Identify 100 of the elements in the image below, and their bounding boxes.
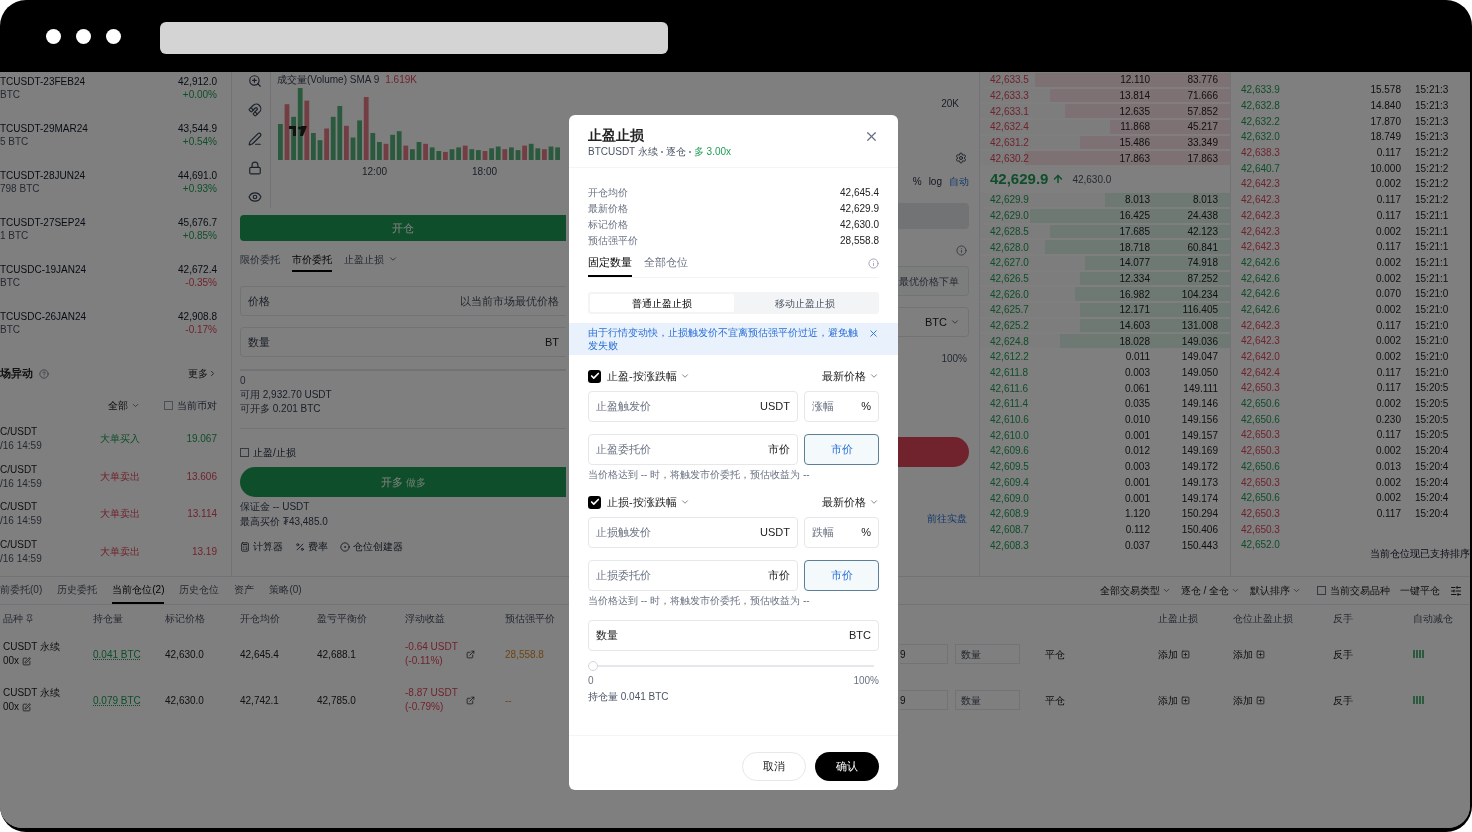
open-short-button[interactable] [897,437,969,467]
scale-option[interactable]: log [928,174,942,189]
quantity-field[interactable]: 数量 BT [240,327,566,357]
quantity-input[interactable]: 数量 [955,644,1020,664]
settings-icon[interactable] [955,152,967,164]
edit-icon[interactable] [22,702,32,712]
mode-tab[interactable]: 移动止盈止损 [733,294,877,312]
order-type-tab[interactable]: 止盈止损 [344,252,384,272]
order-type-tab[interactable]: 市价委托 [292,252,332,272]
add-tp-sl-link[interactable]: 添加 [1233,692,1253,708]
pin-icon[interactable] [25,613,34,623]
book-price[interactable]: 42,628.0 [990,239,1080,255]
chevron-down-icon[interactable] [950,317,960,327]
open-position-tab[interactable]: 开仓 [240,215,566,241]
plus-icon[interactable] [1256,649,1265,659]
book-price[interactable]: 42,611.6 [990,380,1080,396]
settings-icon[interactable] [1450,584,1462,597]
checkbox[interactable] [1317,586,1326,595]
book-price[interactable]: 42,633.1 [990,103,1080,119]
book-price[interactable]: 42,609.5 [990,459,1080,475]
price-field[interactable]: 价格 以当前市场最优价格 [240,286,566,316]
price-input[interactable]: 9 [900,644,948,664]
info-icon[interactable] [956,245,967,256]
book-price[interactable]: 42,611.4 [990,396,1080,412]
close-icon[interactable] [864,129,879,144]
calculator-icon[interactable] [240,541,250,552]
price-field[interactable]: 最优价格下单 [897,266,969,296]
go-live-link[interactable]: 前往实盘 [927,511,967,526]
contract-name[interactable]: TCUSDT-27SEP24 [0,216,86,229]
help-icon[interactable] [39,368,49,379]
mode-tab[interactable]: 普通止盈止损 [590,294,734,312]
contract-name[interactable]: TCUSDT-28JUN24 [0,169,86,182]
close-all-button[interactable]: 一键平仓 [1400,583,1440,598]
close-button[interactable]: 平仓 [1045,694,1065,706]
checkbox[interactable] [588,495,601,509]
filter-dropdown[interactable]: 默认排序 [1250,583,1290,598]
trigger-price-field[interactable]: 止损触发价 USDT [588,517,798,548]
scale-option[interactable]: % [912,174,922,189]
chevron-down-icon[interactable] [1292,586,1301,595]
book-price[interactable]: 42,629.9 [990,192,1080,208]
book-price[interactable]: 42,630.2 [990,150,1080,166]
contract-name[interactable]: TCUSDT-29MAR24 [0,122,88,135]
plus-icon[interactable] [1181,695,1190,705]
trigger-price-field[interactable]: 止盈触发价 USDT [588,391,798,422]
position-tab[interactable]: 当前仓位(2) [112,577,165,604]
add-tp-sl-link[interactable]: 添加 [1233,646,1253,662]
chevron-down-icon[interactable] [869,371,879,381]
plus-icon[interactable] [1256,695,1265,705]
add-tp-sl-link[interactable]: 添加 [1158,692,1178,708]
chevron-down-icon[interactable] [679,497,690,507]
quantity-input[interactable]: 数量 [955,690,1020,710]
book-price[interactable]: 42,629.0 [990,208,1080,224]
filter-dropdown[interactable]: 逐仓 / 全仓 [1180,583,1229,598]
share-icon[interactable] [465,649,475,659]
chevron-down-icon[interactable] [679,371,690,381]
dialog-tab[interactable]: 固定数量 [588,253,632,277]
tool-link[interactable]: 仓位创建器 [353,539,403,554]
book-price[interactable]: 42,608.3 [990,537,1080,553]
more-link[interactable]: 更多 [188,366,208,382]
close-button[interactable]: 平仓 [1045,648,1065,660]
pencil-icon[interactable] [248,132,262,146]
plus-icon[interactable] [1181,649,1190,659]
chevron-down-icon[interactable] [1231,586,1240,595]
book-price[interactable]: 42,609.4 [990,474,1080,490]
unit-dropdown[interactable]: BTC [925,313,947,331]
eye-icon[interactable] [248,190,262,204]
chevron-down-icon[interactable] [388,254,398,264]
book-price[interactable]: 42,624.8 [990,333,1080,349]
book-price[interactable]: 42,628.5 [990,223,1080,239]
order-price-field[interactable]: 止盈委托价 市价 [588,434,798,465]
market-price-button[interactable]: 市价 [804,434,879,465]
book-price[interactable]: 42,626.0 [990,286,1080,302]
book-price[interactable]: 42,608.9 [990,506,1080,522]
order-price-field[interactable]: 止损委托价 市价 [588,560,798,591]
confirm-button[interactable]: 确认 [815,752,879,781]
zoom-in-icon[interactable] [248,74,262,88]
open-long-button[interactable]: 开多 做多 [240,467,566,497]
lock-icon[interactable] [248,161,262,175]
contract-name[interactable]: TCUSDC-26JAN24 [0,310,87,323]
filter-dropdown[interactable]: 全部交易类型 [1099,583,1160,598]
chevron-down-icon[interactable] [869,497,879,507]
info-icon[interactable] [868,258,879,269]
book-price[interactable]: 42,625.7 [990,302,1080,318]
position-tab[interactable]: 资产 [234,577,255,604]
price-type-label[interactable]: 最新价格 [822,493,866,511]
book-price[interactable]: 42,608.7 [990,521,1080,537]
reverse-button[interactable]: 反手 [1333,694,1353,706]
book-price[interactable]: 42,632.4 [990,119,1080,135]
checkbox[interactable] [240,448,249,457]
add-tp-sl-link[interactable]: 添加 [1158,646,1178,662]
book-price[interactable]: 42,610.6 [990,412,1080,428]
position-tab[interactable]: 前委托(0) [0,577,43,604]
book-price[interactable]: 42,626.5 [990,270,1080,286]
book-price[interactable]: 42,633.3 [990,88,1080,104]
dialog-tab[interactable]: 全部仓位 [644,253,688,277]
market-price-button[interactable]: 市价 [804,560,879,591]
book-price[interactable]: 42,631.2 [990,135,1080,151]
checkbox[interactable] [164,401,173,411]
filter-dropdown[interactable]: 全部 [108,398,128,414]
percent-icon[interactable] [295,541,305,552]
